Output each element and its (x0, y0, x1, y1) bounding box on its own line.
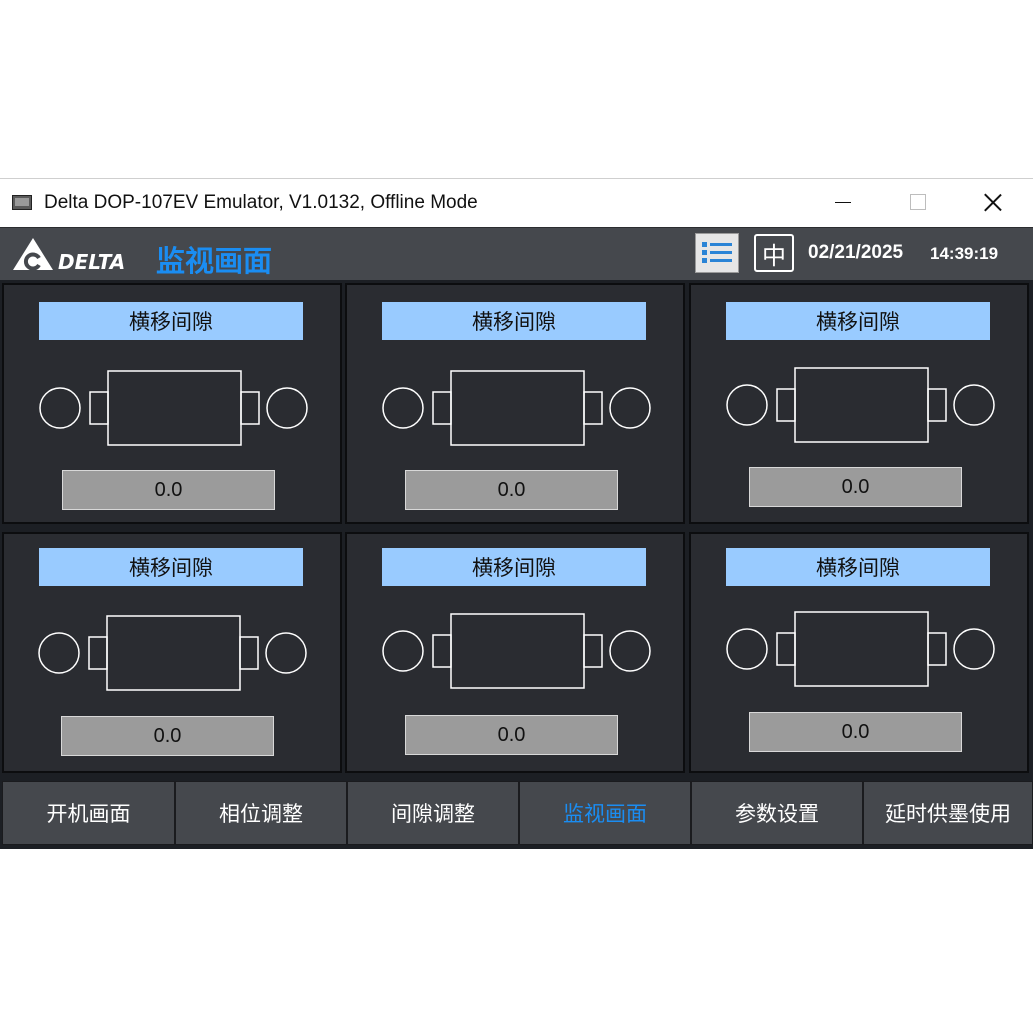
panel-value-display: 0.0 (62, 470, 275, 510)
nav-gap-adjust[interactable]: 间隙调整 (347, 781, 519, 845)
panel-value-display: 0.0 (749, 712, 962, 752)
panel-value-display: 0.0 (405, 715, 618, 755)
nav-parameter-settings[interactable]: 参数设置 (691, 781, 863, 845)
maximize-button[interactable] (895, 185, 941, 219)
nav-startup-screen[interactable]: 开机画面 (2, 781, 175, 845)
monitor-panel-2: 横移间隙 0.0 (345, 283, 685, 524)
maximize-icon (910, 194, 926, 210)
panel-value-display: 0.0 (61, 716, 274, 756)
roller-diagram-icon (382, 370, 651, 446)
date-display: 02/21/2025 (808, 242, 904, 263)
roller-diagram-icon (39, 370, 308, 446)
panel-label: 横移间隙 (726, 302, 990, 340)
roller-diagram-icon (726, 367, 995, 443)
delta-logo-icon: DELTA (13, 238, 125, 274)
emulator-window: Delta DOP-107EV Emulator, V1.0132, Offli… (0, 178, 1033, 850)
roller-diagram-icon (38, 615, 307, 691)
minimize-button[interactable] (820, 185, 866, 219)
language-button[interactable]: 中 (754, 234, 794, 272)
panel-label: 横移间隙 (39, 302, 303, 340)
nav-phase-adjust[interactable]: 相位调整 (175, 781, 347, 845)
logo-text: DELTA (58, 250, 125, 274)
nav-delayed-ink-supply[interactable]: 延时供墨使用 (863, 781, 1033, 845)
monitor-panel-5: 横移间隙 0.0 (345, 532, 685, 773)
monitor-panel-3: 横移间隙 0.0 (689, 283, 1029, 524)
panel-label: 横移间隙 (726, 548, 990, 586)
hmi-header: DELTA 监视画面 中 02/21/2025 14:39:19 (0, 227, 1033, 280)
panel-label: 横移间隙 (382, 548, 646, 586)
time-display: 14:39:19 (930, 244, 999, 263)
panel-value-display: 0.0 (749, 467, 962, 507)
roller-diagram-icon (726, 611, 995, 687)
menu-list-icon (702, 242, 732, 263)
roller-diagram-icon (382, 613, 651, 689)
close-icon (984, 193, 1002, 211)
monitor-panel-1: 横移间隙 0.0 (2, 283, 342, 524)
minimize-icon (835, 201, 851, 203)
monitor-panel-4: 横移间隙 0.0 (2, 532, 342, 773)
title-bar: Delta DOP-107EV Emulator, V1.0132, Offli… (0, 179, 1033, 227)
page-title: 监视画面 (156, 244, 273, 278)
menu-list-button[interactable] (695, 233, 739, 273)
monitor-panel-6: 横移间隙 0.0 (689, 532, 1029, 773)
panel-value-display: 0.0 (405, 470, 618, 510)
app-icon (12, 195, 32, 210)
close-button[interactable] (970, 185, 1016, 219)
nav-monitor-screen[interactable]: 监视画面 (519, 781, 691, 845)
panel-label: 横移间隙 (39, 548, 303, 586)
bottom-nav: 开机画面 相位调整 间隙调整 监视画面 参数设置 延时供墨使用 (0, 781, 1033, 847)
hmi-screen: DELTA 监视画面 中 02/21/2025 14:39:19 横移间隙 0.… (0, 227, 1033, 849)
window-title: Delta DOP-107EV Emulator, V1.0132, Offli… (44, 192, 478, 213)
panel-label: 横移间隙 (382, 302, 646, 340)
